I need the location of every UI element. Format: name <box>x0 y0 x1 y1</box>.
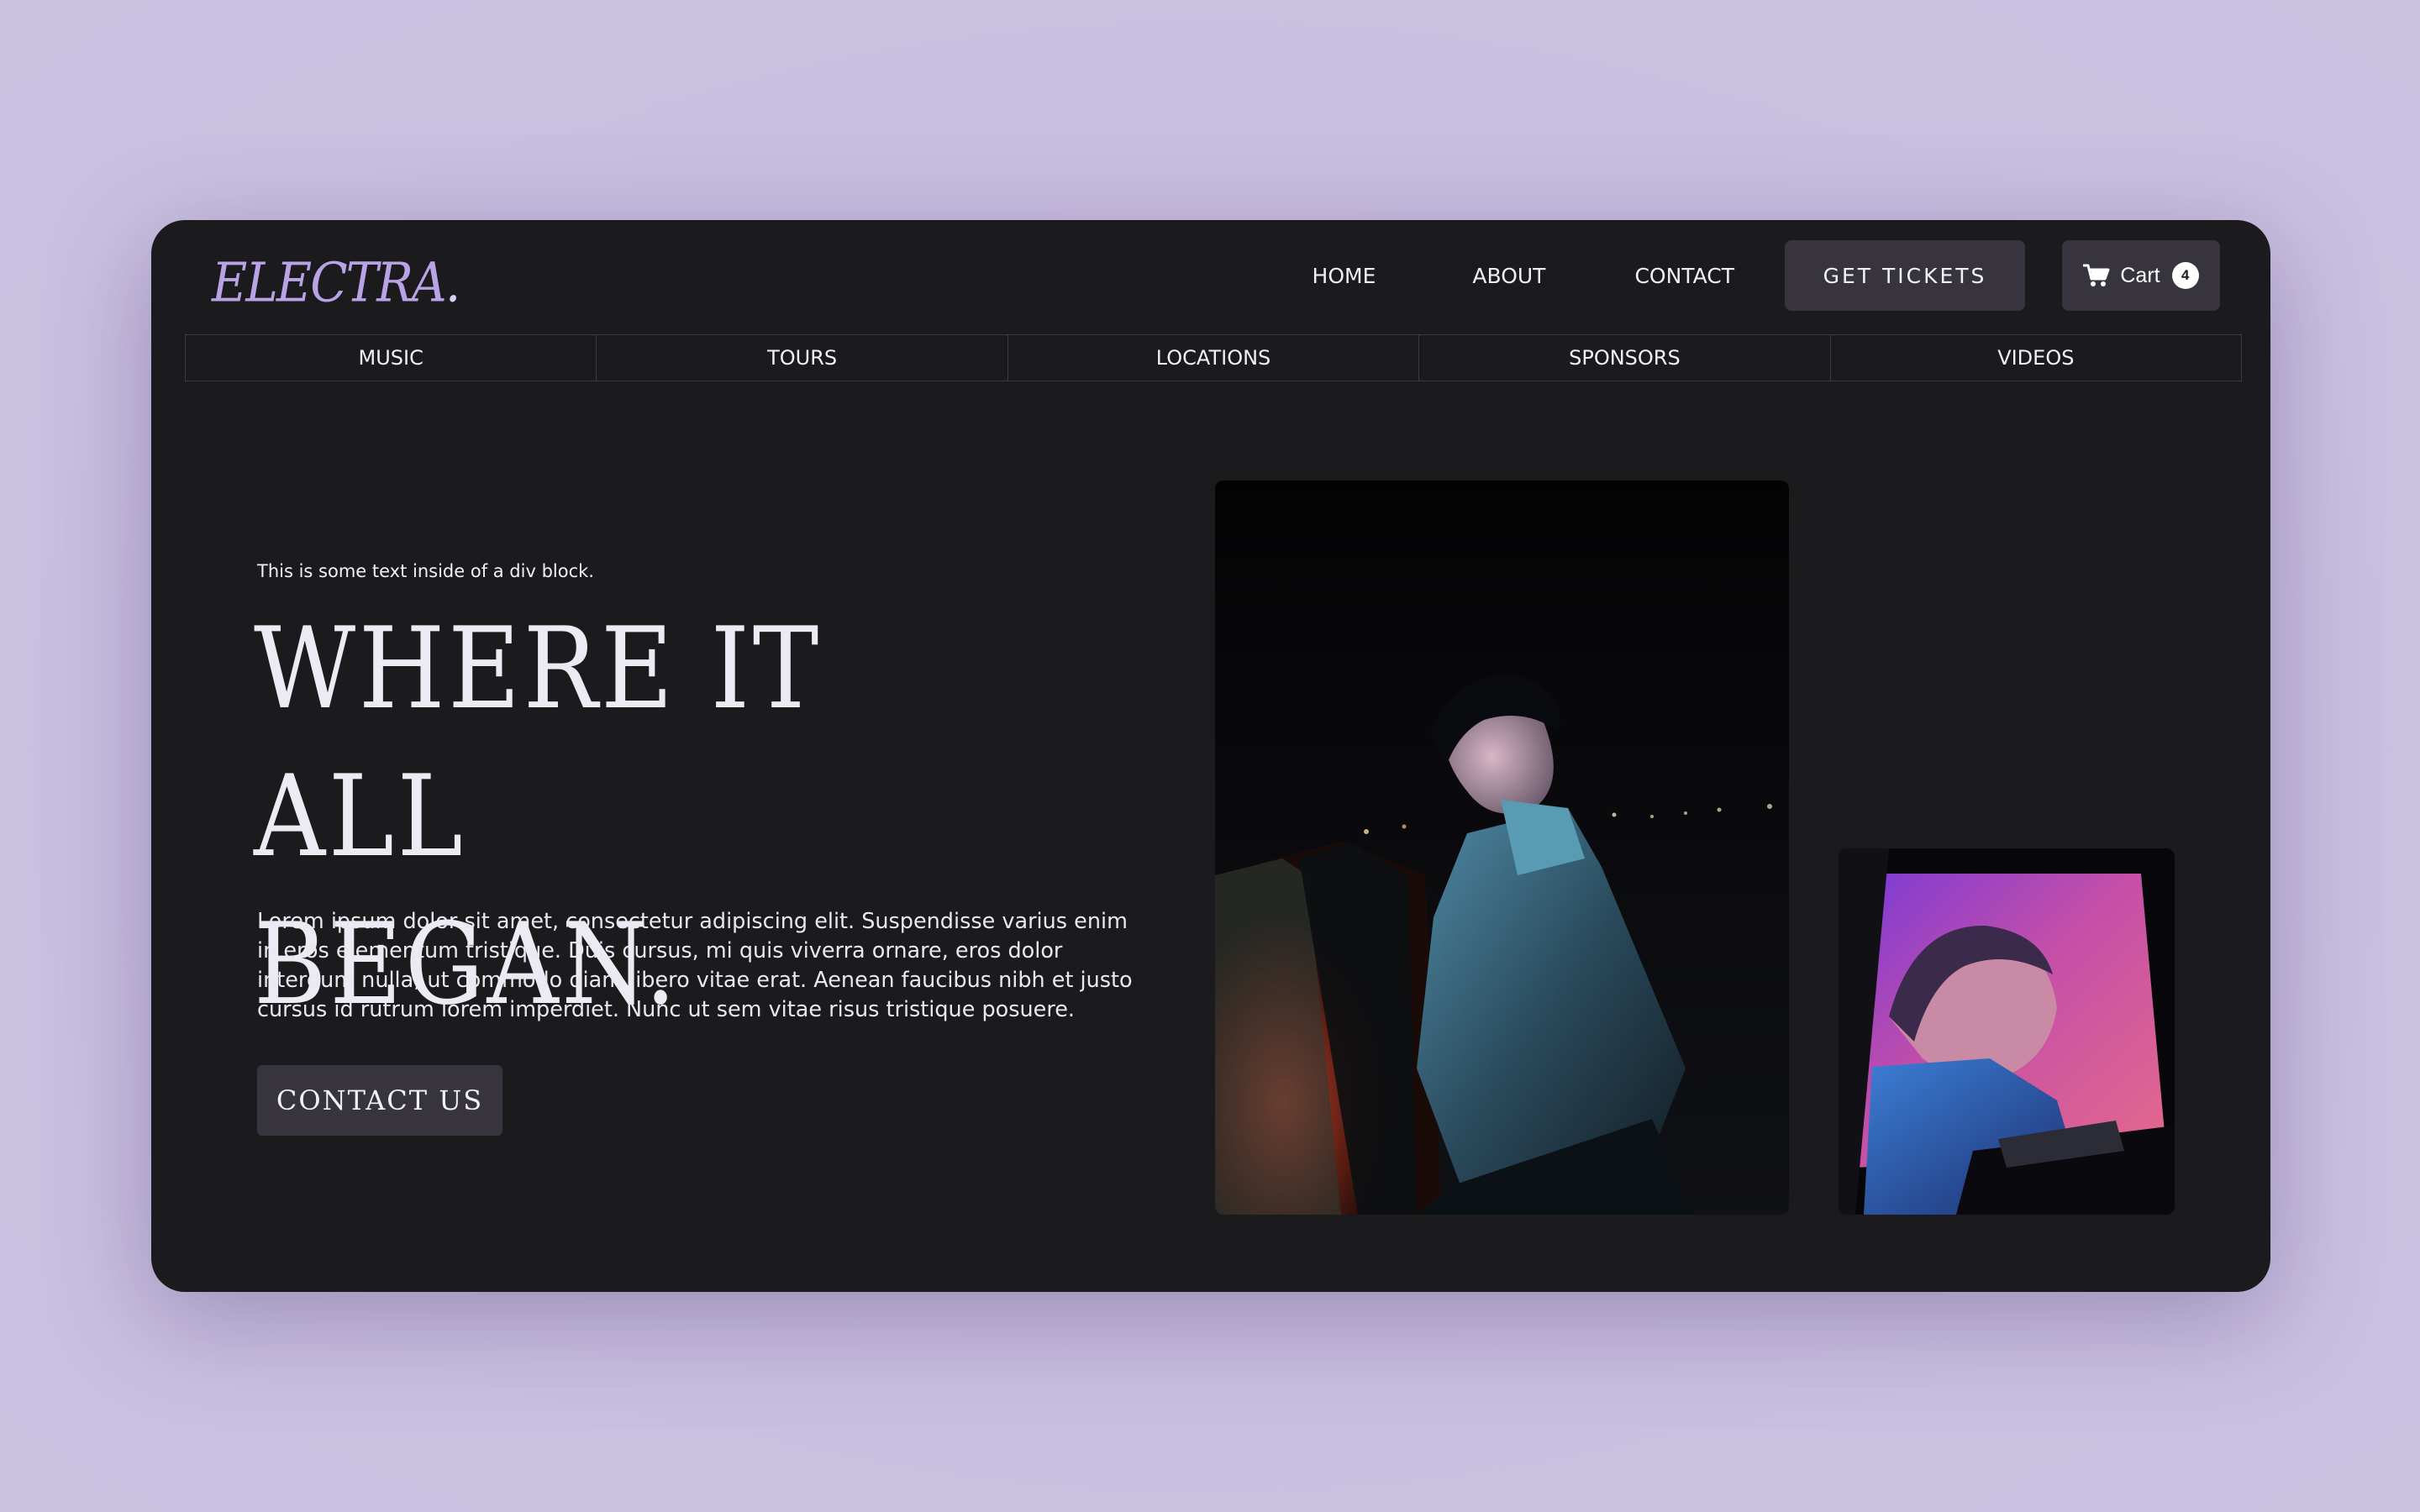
category-tab-label: MUSIC <box>358 346 424 370</box>
cart-icon <box>2083 264 2110 286</box>
logo-dot: . <box>445 250 460 315</box>
portrait-neon-car-image <box>1839 848 2175 1215</box>
category-tab-videos[interactable]: VIDEOS <box>1831 335 2241 381</box>
contact-us-button[interactable]: CONTACT US <box>257 1065 502 1136</box>
category-navigation: MUSIC TOURS LOCATIONS SPONSORS VIDEOS <box>185 334 2242 381</box>
portrait-night-car-image <box>1215 480 1789 1215</box>
category-tab-tours[interactable]: TOURS <box>597 335 1008 381</box>
hero-body-text: Lorem ipsum dolor sit amet, consectetur … <box>257 909 1133 1022</box>
hero-eyebrow-text: This is some text inside of a div block. <box>257 561 594 581</box>
hero-photo-secondary <box>1839 848 2175 1215</box>
category-tab-label: SPONSORS <box>1569 346 1681 370</box>
logo[interactable]: ELECTRA. <box>212 250 460 315</box>
top-navigation: HOME ABOUT CONTACT GET TICKETS Cart 4 <box>1313 240 2220 311</box>
cart-label: Cart <box>2120 263 2160 287</box>
nav-link-contact[interactable]: CONTACT <box>1634 264 1734 288</box>
hero-heading-line-1: WHERE IT ALL <box>254 603 822 882</box>
logo-text: ELECTRA <box>212 250 447 315</box>
get-tickets-button[interactable]: GET TICKETS <box>1785 240 2025 311</box>
nav-link-home[interactable]: HOME <box>1313 264 1376 288</box>
contact-us-label: CONTACT US <box>276 1084 484 1116</box>
cart-count-badge: 4 <box>2171 262 2199 289</box>
get-tickets-label: GET TICKETS <box>1823 263 1987 288</box>
category-tab-locations[interactable]: LOCATIONS <box>1008 335 1420 381</box>
cart-button[interactable]: Cart 4 <box>2062 240 2220 311</box>
category-tab-music[interactable]: MUSIC <box>186 335 597 381</box>
nav-link-about[interactable]: ABOUT <box>1472 264 1545 288</box>
category-tab-sponsors[interactable]: SPONSORS <box>1419 335 1831 381</box>
hero-photo-main <box>1215 480 1789 1215</box>
category-tab-label: VIDEOS <box>1997 346 2075 370</box>
website-window: ELECTRA. HOME ABOUT CONTACT GET TICKETS … <box>151 220 2270 1292</box>
category-tab-label: LOCATIONS <box>1155 346 1271 370</box>
category-tab-label: TOURS <box>767 346 838 370</box>
